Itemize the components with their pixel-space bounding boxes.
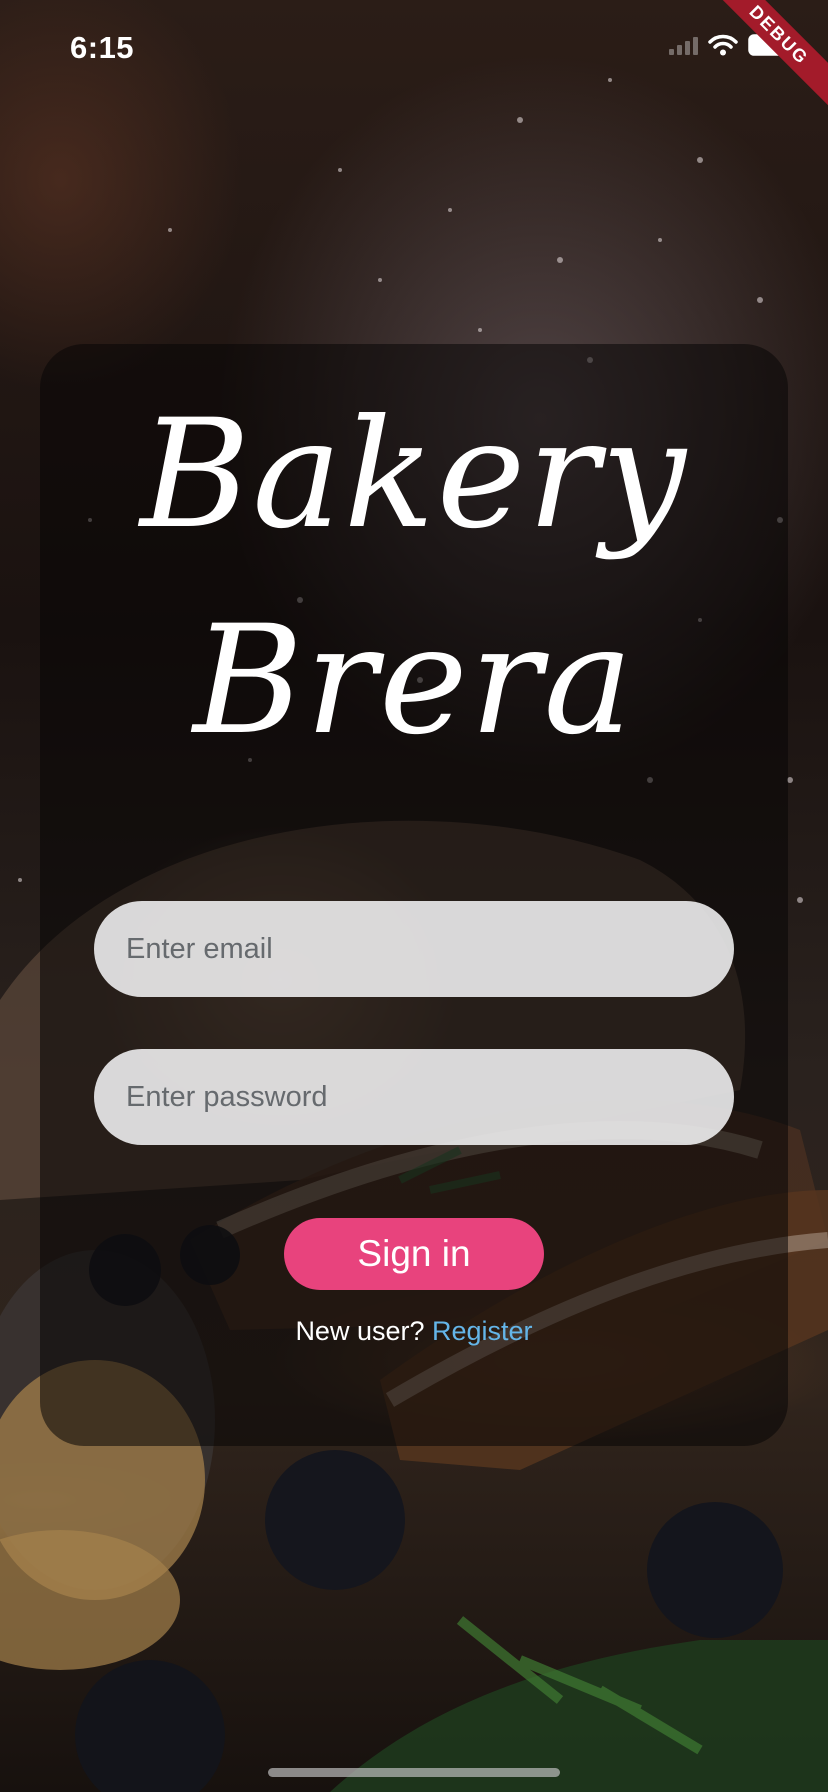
status-time: 6:15 xyxy=(70,30,135,65)
cellular-signal-icon xyxy=(669,35,698,55)
password-input[interactable] xyxy=(124,1079,734,1115)
register-prompt: New user? Register xyxy=(40,1316,788,1347)
app-title-line-1: Bakery xyxy=(140,388,688,562)
home-indicator[interactable] xyxy=(268,1768,560,1777)
sign-in-button[interactable]: Sign in xyxy=(284,1218,544,1290)
app-title-line-2: Brera xyxy=(193,594,635,768)
email-input[interactable] xyxy=(124,931,734,967)
email-field[interactable] xyxy=(94,901,734,997)
register-link[interactable]: Register xyxy=(432,1316,533,1346)
wifi-icon xyxy=(708,34,738,56)
new-user-text: New user? xyxy=(295,1316,432,1346)
password-field[interactable] xyxy=(94,1049,734,1145)
app-title: Bakery Brera xyxy=(40,372,788,784)
